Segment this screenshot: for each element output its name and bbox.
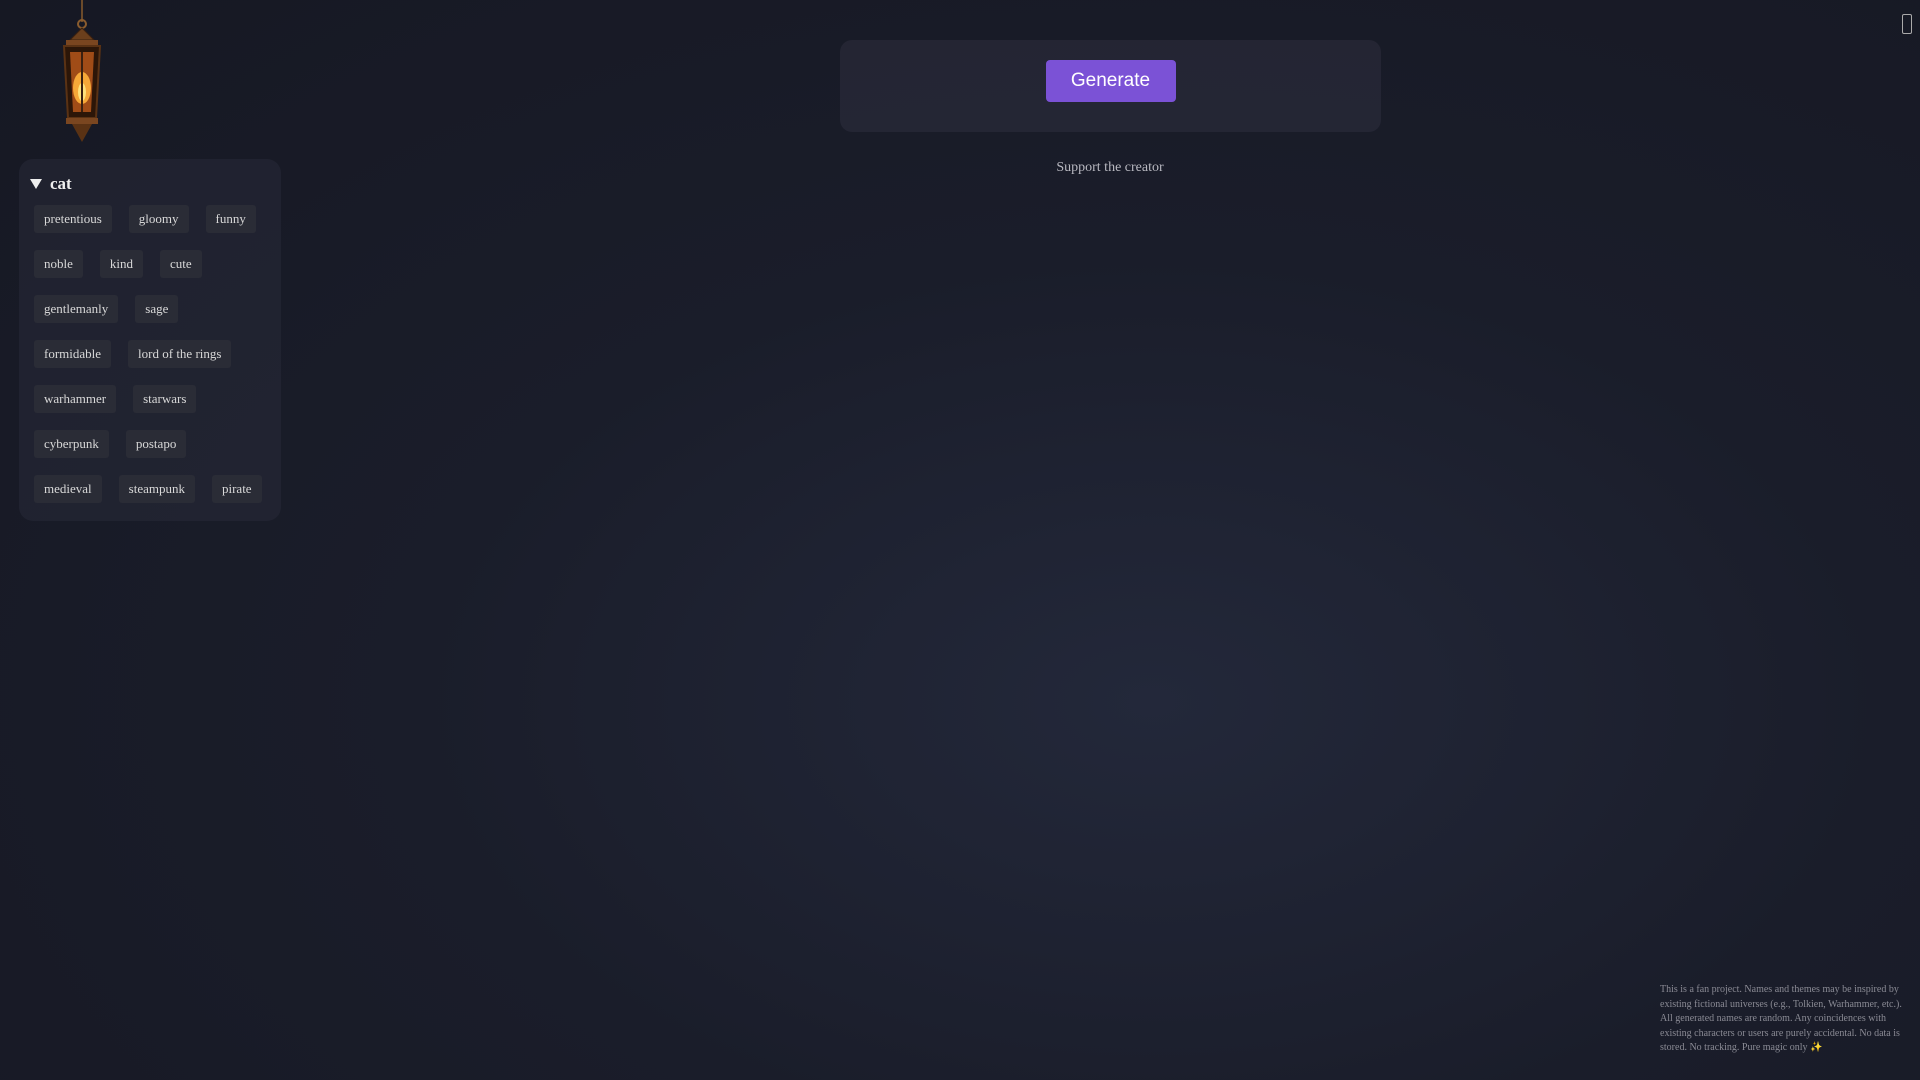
generator-panel: Generate (840, 40, 1381, 132)
menu-icon[interactable] (1902, 14, 1912, 34)
tag-pretentious[interactable]: pretentious (34, 205, 112, 233)
tag-funny[interactable]: funny (205, 205, 256, 233)
category-label: cat (50, 174, 72, 193)
tag-starwars[interactable]: starwars (133, 385, 197, 413)
lantern-icon (62, 0, 102, 142)
tag-gloomy[interactable]: gloomy (128, 205, 189, 233)
generate-button[interactable]: Generate (1045, 60, 1176, 102)
tag-kind[interactable]: kind (99, 250, 144, 278)
tag-row: noble kind cute (34, 250, 271, 278)
tag-pirate[interactable]: pirate (211, 475, 262, 503)
category-toggle[interactable]: cat (30, 173, 271, 195)
tag-formidable[interactable]: formidable (34, 340, 112, 368)
tag-row: cyberpunk postapo (34, 430, 271, 458)
tag-steampunk[interactable]: steampunk (118, 475, 195, 503)
tag-gentlemanly[interactable]: gentlemanly (34, 295, 119, 323)
triangle-down-icon (30, 179, 42, 189)
tag-row: warhammer starwars (34, 385, 271, 413)
tag-medieval[interactable]: medieval (34, 475, 102, 503)
tag-row: formidable lord of the rings (34, 340, 271, 368)
tag-cute[interactable]: cute (160, 250, 202, 278)
tag-sage[interactable]: sage (135, 295, 179, 323)
tag-row: gentlemanly sage (34, 295, 271, 323)
tag-row: pretentious gloomy funny (34, 205, 271, 233)
disclaimer-text: This is a fan project. Names and themes … (1660, 984, 1902, 1053)
tag-list: pretentious gloomy funny noble kind cute… (30, 205, 271, 503)
tag-lord-of-the-rings[interactable]: lord of the rings (128, 340, 232, 368)
tag-row: medieval steampunk pirate (34, 475, 271, 503)
tag-warhammer[interactable]: warhammer (34, 385, 117, 413)
tag-noble[interactable]: noble (34, 250, 83, 278)
tag-cyberpunk[interactable]: cyberpunk (34, 430, 109, 458)
tag-postapo[interactable]: postapo (125, 430, 187, 458)
tag-sidebar: cat pretentious gloomy funny noble kind … (19, 159, 281, 521)
support-creator-link[interactable]: Support the creator (1010, 160, 1210, 176)
